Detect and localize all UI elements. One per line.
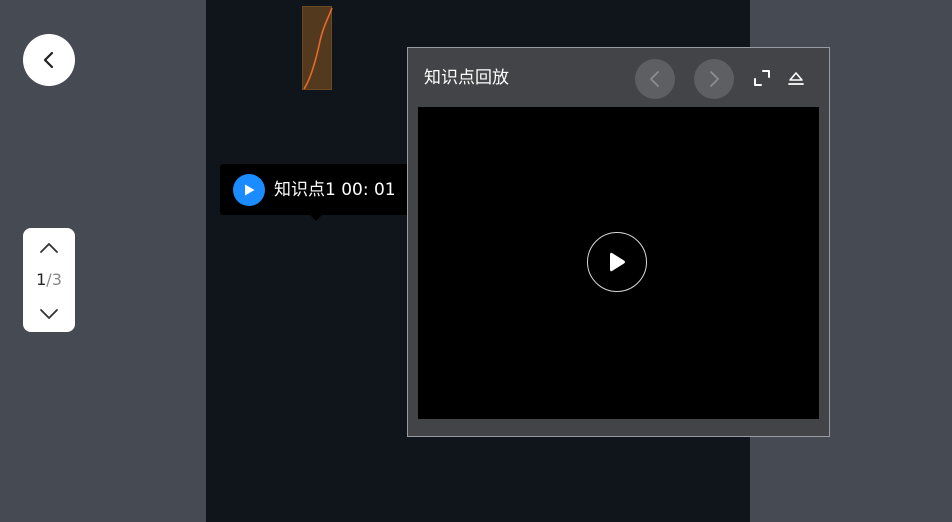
chevron-left-icon xyxy=(43,51,54,69)
current-page: 1 xyxy=(36,270,47,289)
graph-thumbnail xyxy=(302,6,333,90)
expand-button[interactable] xyxy=(750,66,774,90)
previous-button[interactable] xyxy=(635,59,675,99)
knowledge-point-chip[interactable]: 知识点1 00: 01 xyxy=(220,164,412,221)
video-play-button[interactable] xyxy=(587,232,647,292)
play-icon xyxy=(610,252,625,272)
collapse-icon xyxy=(788,72,804,85)
total-pages: 3 xyxy=(51,270,62,289)
page-counter: 1/3 xyxy=(23,270,75,290)
page-navigator: 1/3 xyxy=(23,228,75,332)
panel-title: 知识点回放 xyxy=(424,68,509,88)
next-button[interactable] xyxy=(694,59,734,99)
play-icon xyxy=(245,184,255,196)
playback-panel: 知识点回放 xyxy=(407,47,830,437)
page-up-button[interactable] xyxy=(39,240,59,256)
chevron-down-icon xyxy=(40,309,58,319)
curve-line xyxy=(303,7,333,90)
video-player[interactable] xyxy=(418,107,819,419)
back-button[interactable] xyxy=(23,34,75,86)
page-down-button[interactable] xyxy=(39,306,59,322)
chevron-up-icon xyxy=(40,243,58,253)
chevron-right-icon xyxy=(710,71,719,87)
chip-play-button[interactable] xyxy=(233,174,265,206)
knowledge-point-label: 知识点1 00: 01 xyxy=(274,180,396,200)
collapse-button[interactable] xyxy=(784,66,808,90)
chevron-left-icon xyxy=(650,71,659,87)
expand-icon xyxy=(754,70,770,86)
